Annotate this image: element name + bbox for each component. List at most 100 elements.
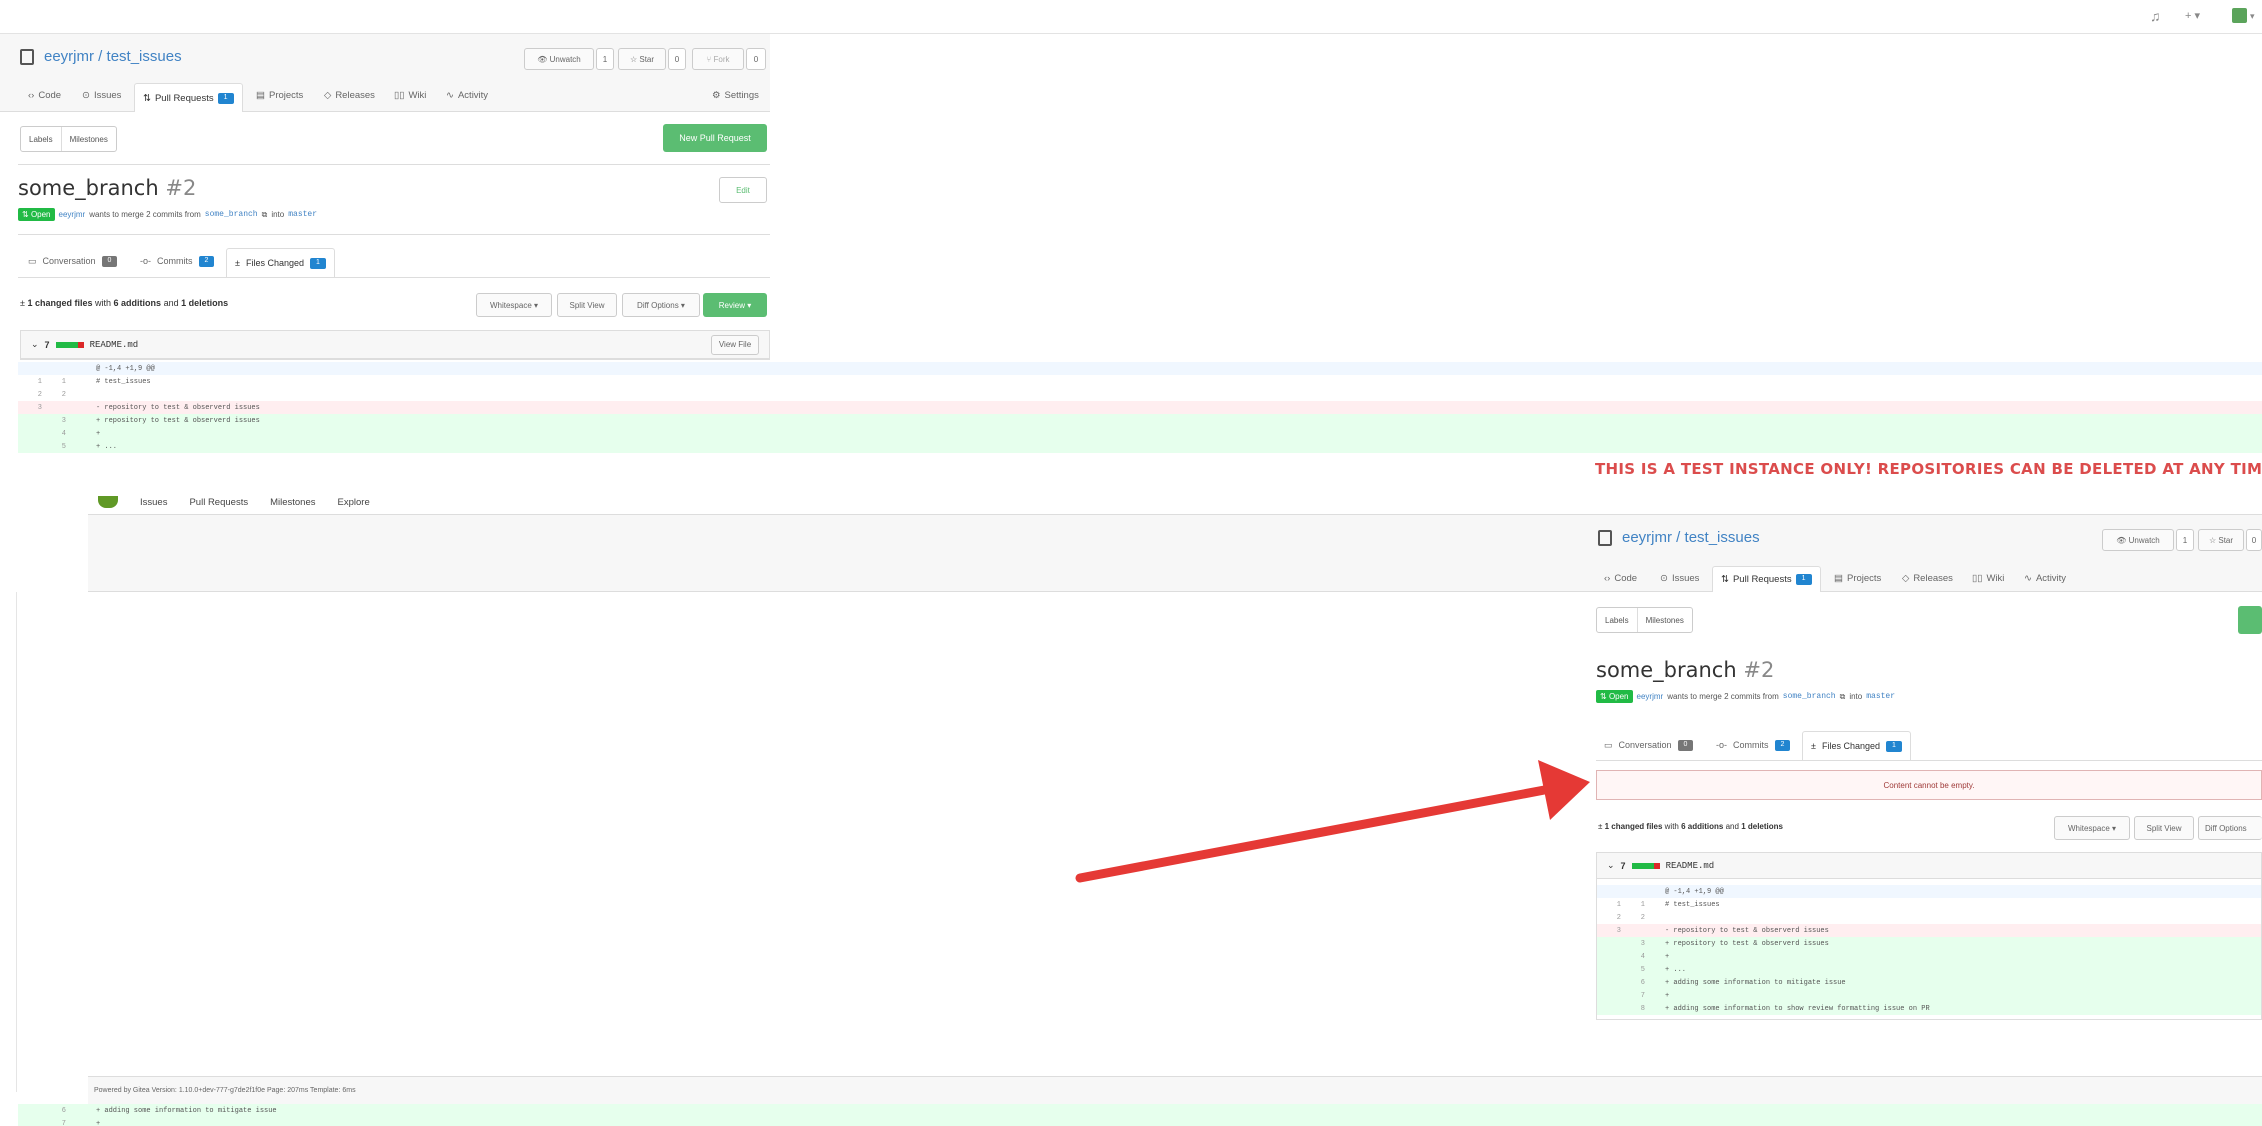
unwatch-button[interactable]: 👁 Unwatch — [2102, 529, 2174, 551]
star-button[interactable]: ☆ Star — [618, 48, 666, 70]
head-branch-link[interactable]: some_branch — [1783, 692, 1836, 701]
nav-explore[interactable]: Explore — [338, 497, 370, 508]
tab-commits[interactable]: -o- Commits 2 — [140, 248, 215, 274]
diff-line: 4 + — [1597, 950, 2261, 963]
edit-button[interactable]: Edit — [719, 177, 767, 203]
avatar[interactable] — [2232, 8, 2247, 23]
new-pull-request-button-cropped[interactable] — [2238, 606, 2262, 634]
new-line-number[interactable]: 2 — [1621, 914, 1645, 922]
nav-pull-requests[interactable]: Pull Requests — [189, 497, 248, 508]
star-button[interactable]: ☆ Star — [2198, 529, 2244, 551]
tab-activity[interactable]: ∿ Activity — [2024, 567, 2066, 589]
tab-settings[interactable]: ⚙ Settings — [712, 84, 759, 106]
new-line-number[interactable]: 6 — [42, 1107, 66, 1115]
old-line-number[interactable]: 3 — [1597, 927, 1621, 935]
diff-options-dropdown[interactable]: Diff Options ▾ — [622, 293, 700, 317]
new-line-number[interactable]: 5 — [1621, 966, 1645, 974]
old-line-number[interactable]: 2 — [1597, 914, 1621, 922]
labels-button[interactable]: Labels — [21, 127, 62, 151]
new-line-number[interactable]: 3 — [1621, 940, 1645, 948]
tab-files-changed[interactable]: ± Files Changed 1 — [1802, 731, 1911, 760]
author-link[interactable]: eeyrjmr — [1637, 692, 1664, 701]
top-bar: ♫ + ▾ ▾ — [0, 0, 2262, 34]
divider — [18, 164, 770, 165]
whitespace-dropdown[interactable]: Whitespace ▾ — [2054, 816, 2130, 840]
diff-options-dropdown[interactable]: Diff Options — [2198, 816, 2262, 840]
split-view-button[interactable]: Split View — [2134, 816, 2194, 840]
nav-milestones[interactable]: Milestones — [270, 497, 315, 508]
commits-count: 2 — [1774, 739, 1791, 751]
repo-owner-link[interactable]: eeyrjmr — [1622, 529, 1672, 546]
tab-code[interactable]: ‹› Code — [1604, 567, 1637, 589]
tab-activity[interactable]: ∿ Activity — [446, 84, 488, 106]
tab-projects[interactable]: ▤ Projects — [1834, 567, 1881, 589]
new-line-number[interactable]: 5 — [42, 443, 66, 451]
tab-conversation[interactable]: ▭ Conversation 0 — [28, 248, 118, 274]
collapse-icon[interactable]: ⌄ — [1607, 860, 1615, 871]
gitea-logo-icon[interactable] — [98, 496, 118, 508]
copy-icon[interactable]: ⧉ — [262, 210, 268, 220]
diff-line-text: - repository to test & observerd issues — [1665, 926, 1829, 935]
old-line-number[interactable]: 2 — [18, 391, 42, 399]
new-line-number[interactable]: 4 — [42, 430, 66, 438]
nav-issues[interactable]: Issues — [140, 497, 167, 508]
whitespace-dropdown[interactable]: Whitespace ▾ — [476, 293, 552, 317]
author-link[interactable]: eeyrjmr — [59, 210, 86, 219]
repo-owner-link[interactable]: eeyrjmr — [44, 48, 94, 65]
old-line-number[interactable]: 1 — [18, 378, 42, 386]
watch-count[interactable]: 1 — [596, 48, 614, 70]
watch-count[interactable]: 1 — [2176, 529, 2194, 551]
create-menu-button[interactable]: + ▾ — [2185, 7, 2200, 25]
star-count[interactable]: 0 — [668, 48, 686, 70]
review-button[interactable]: Review ▾ — [703, 293, 767, 317]
tab-releases[interactable]: ◇ Releases — [324, 84, 375, 106]
star-count[interactable]: 0 — [2246, 529, 2262, 551]
tab-conversation[interactable]: ▭ Conversation 0 — [1604, 732, 1694, 758]
old-line-number[interactable]: 3 — [18, 404, 42, 412]
tab-projects[interactable]: ▤ Projects — [256, 84, 303, 106]
tab-releases[interactable]: ◇ Releases — [1902, 567, 1953, 589]
new-line-number[interactable]: 1 — [42, 378, 66, 386]
fork-button[interactable]: ⑂ Fork — [692, 48, 744, 70]
copy-icon[interactable]: ⧉ — [1840, 692, 1846, 702]
diff-line: 22 — [1597, 911, 2261, 924]
collapse-icon[interactable]: ⌄ — [31, 339, 39, 350]
tab-pull-requests[interactable]: ⇅ Pull Requests 1 — [1712, 566, 1821, 592]
new-line-number[interactable]: 2 — [42, 391, 66, 399]
view-file-button[interactable]: View File — [711, 334, 759, 355]
unwatch-button[interactable]: 👁 Unwatch — [524, 48, 594, 70]
new-line-number[interactable]: 4 — [1621, 953, 1645, 961]
tab-commits[interactable]: -o- Commits 2 — [1716, 732, 1791, 758]
milestones-button[interactable]: Milestones — [1638, 608, 1692, 632]
new-line-number[interactable]: 8 — [1621, 1005, 1645, 1013]
tab-wiki[interactable]: ▯▯ Wiki — [394, 84, 426, 106]
head-branch-link[interactable]: some_branch — [205, 210, 258, 219]
tab-code[interactable]: ‹› Code — [28, 84, 61, 106]
repo-name-link[interactable]: test_issues — [107, 48, 182, 65]
avatar-caret-icon[interactable]: ▾ — [2250, 7, 2255, 25]
tab-issues[interactable]: ⊙ Issues — [1660, 567, 1699, 589]
new-line-number[interactable]: 3 — [42, 417, 66, 425]
new-pull-request-button[interactable]: New Pull Request — [663, 124, 767, 152]
milestones-button[interactable]: Milestones — [62, 127, 116, 151]
base-branch-link[interactable]: master — [288, 210, 317, 219]
new-line-number[interactable]: 6 — [1621, 979, 1645, 987]
tab-files-changed[interactable]: ± Files Changed 1 — [226, 248, 335, 277]
repo-icon — [20, 49, 34, 65]
tab-pull-requests[interactable]: ⇅ Pull Requests 1 — [134, 83, 243, 112]
labels-button[interactable]: Labels — [1597, 608, 1638, 632]
base-branch-link[interactable]: master — [1866, 692, 1895, 701]
new-line-number[interactable]: 1 — [1621, 901, 1645, 909]
tab-wiki[interactable]: ▯▯ Wiki — [1972, 567, 2004, 589]
tab-issues[interactable]: ⊙ Issues — [82, 84, 121, 106]
new-line-number[interactable]: 7 — [42, 1120, 66, 1126]
diff-stat-bar — [1631, 861, 1660, 871]
split-view-button[interactable]: Split View — [557, 293, 617, 317]
repo-name-link[interactable]: test_issues — [1685, 529, 1760, 546]
old-line-number[interactable]: 1 — [1597, 901, 1621, 909]
bell-icon[interactable]: ♫ — [2150, 7, 2161, 25]
new-line-number[interactable]: 7 — [1621, 992, 1645, 1000]
fork-count[interactable]: 0 — [746, 48, 766, 70]
divider — [18, 234, 770, 235]
diff-line-text: + — [1665, 952, 1670, 961]
